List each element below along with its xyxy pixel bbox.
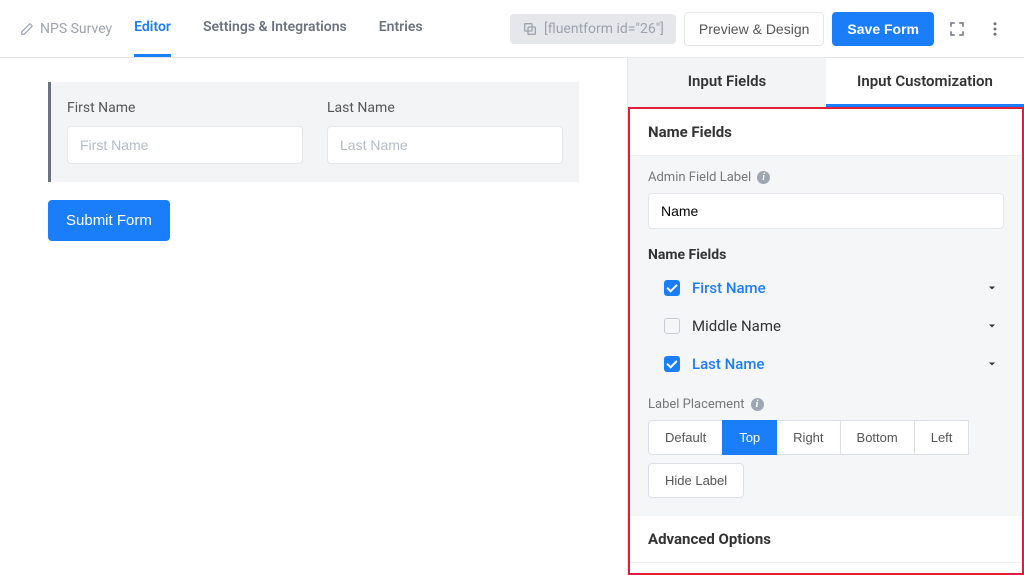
label-placement-label: Label Placement i bbox=[648, 397, 1004, 412]
checkbox-middle-name[interactable] bbox=[664, 318, 680, 334]
caret-down-icon[interactable] bbox=[986, 320, 998, 332]
more-button[interactable] bbox=[980, 14, 1010, 44]
info-icon[interactable]: i bbox=[751, 398, 764, 411]
fullscreen-button[interactable] bbox=[942, 14, 972, 44]
field-label-first-name: First Name bbox=[692, 279, 986, 297]
name-field-block[interactable]: First Name Last Name bbox=[48, 82, 579, 182]
sidebar: Input Fields Input Customization Name Fi… bbox=[627, 58, 1024, 575]
nav-entries[interactable]: Entries bbox=[379, 0, 423, 57]
last-name-label: Last Name bbox=[327, 100, 563, 116]
section-body: Admin Field Label i Name Fields First Na… bbox=[630, 156, 1022, 516]
placement-default[interactable]: Default bbox=[648, 420, 723, 455]
copy-icon bbox=[522, 21, 538, 37]
tab-input-fields[interactable]: Input Fields bbox=[628, 58, 826, 107]
section-advanced-options-header[interactable]: Advanced Options bbox=[630, 516, 1022, 563]
fullscreen-icon bbox=[948, 20, 966, 38]
form-title[interactable]: NPS Survey bbox=[20, 21, 112, 37]
caret-down-icon[interactable] bbox=[986, 358, 998, 370]
field-label-last-name: Last Name bbox=[692, 355, 986, 373]
shortcode-pill[interactable]: [fluentform id="26"] bbox=[510, 14, 676, 44]
top-bar: NPS Survey Editor Settings & Integration… bbox=[0, 0, 1024, 58]
first-name-input[interactable] bbox=[67, 126, 303, 164]
placement-right[interactable]: Right bbox=[776, 420, 840, 455]
caret-down-icon[interactable] bbox=[986, 282, 998, 294]
admin-field-label-input[interactable] bbox=[648, 193, 1004, 229]
info-icon[interactable]: i bbox=[757, 171, 770, 184]
save-form-button[interactable]: Save Form bbox=[832, 12, 934, 46]
form-title-text: NPS Survey bbox=[40, 21, 112, 37]
more-vertical-icon bbox=[986, 20, 1004, 38]
nav-editor[interactable]: Editor bbox=[134, 0, 171, 57]
section-name-fields-header[interactable]: Name Fields bbox=[630, 109, 1022, 156]
advanced-options-title: Advanced Options bbox=[648, 530, 771, 548]
main-nav: Editor Settings & Integrations Entries bbox=[134, 0, 422, 57]
tab-input-customization[interactable]: Input Customization bbox=[826, 58, 1024, 107]
field-row-last-name[interactable]: Last Name bbox=[648, 345, 1004, 383]
preview-button[interactable]: Preview & Design bbox=[684, 12, 825, 46]
field-label-middle-name: Middle Name bbox=[692, 317, 986, 335]
checkbox-last-name[interactable] bbox=[664, 356, 680, 372]
name-fields-subhead: Name Fields bbox=[648, 247, 1004, 263]
placement-top[interactable]: Top bbox=[722, 420, 777, 455]
field-row-first-name[interactable]: First Name bbox=[648, 269, 1004, 307]
placement-hide-label[interactable]: Hide Label bbox=[648, 463, 744, 498]
submit-button[interactable]: Submit Form bbox=[48, 200, 170, 241]
checkbox-first-name[interactable] bbox=[664, 280, 680, 296]
label-placement-group: Default Top Right Bottom Left Hide Label bbox=[648, 420, 1004, 498]
section-title: Name Fields bbox=[648, 123, 732, 141]
form-canvas: First Name Last Name Submit Form bbox=[0, 58, 627, 575]
shortcode-text: [fluentform id="26"] bbox=[544, 21, 664, 37]
placement-bottom[interactable]: Bottom bbox=[840, 420, 915, 455]
admin-field-label-label: Admin Field Label i bbox=[648, 170, 1004, 185]
pencil-icon bbox=[20, 22, 34, 36]
nav-settings[interactable]: Settings & Integrations bbox=[203, 0, 347, 57]
field-row-middle-name[interactable]: Middle Name bbox=[648, 307, 1004, 345]
last-name-input[interactable] bbox=[327, 126, 563, 164]
first-name-label: First Name bbox=[67, 100, 303, 116]
placement-left[interactable]: Left bbox=[914, 420, 970, 455]
